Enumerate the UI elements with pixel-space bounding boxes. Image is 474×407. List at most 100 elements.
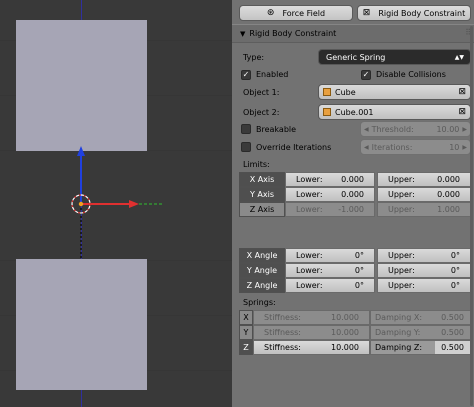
x-axis-lower-field[interactable]: Lower: 0.000: [285, 172, 375, 187]
upper-value: 0°: [450, 266, 460, 275]
rigid-body-constraint-button[interactable]: ⊠ Rigid Body Constraint: [357, 5, 471, 21]
force-field-label: Force Field: [282, 8, 326, 18]
upper-label: Upper:: [388, 251, 415, 260]
x-angle-upper-field[interactable]: Upper: 0°: [377, 248, 471, 263]
decrement-icon[interactable]: ◀: [361, 126, 369, 133]
override-iterations-checkbox[interactable]: [241, 142, 251, 152]
increment-icon[interactable]: ▶: [459, 144, 470, 151]
axis-label: Y Axis: [249, 190, 275, 199]
force-field-button[interactable]: ⊛ Force Field: [239, 5, 353, 21]
cube-icon: [323, 88, 331, 96]
clear-icon[interactable]: ⊠: [458, 87, 470, 97]
3d-viewport[interactable]: [0, 0, 232, 407]
y-stiffness-field[interactable]: Stiffness: 10.000: [253, 325, 370, 340]
axis-label: Y: [243, 328, 249, 337]
y-axis-lower-field[interactable]: Lower: 0.000: [285, 187, 375, 202]
y-angle-limit-toggle[interactable]: Y Angle: [239, 263, 285, 278]
stiffness-value: 10.000: [331, 328, 359, 337]
springs-label: Springs:: [243, 298, 276, 307]
z-axis-lower-field[interactable]: Lower: -1.000: [285, 202, 375, 217]
limits-label: Limits:: [243, 160, 270, 169]
object1-field[interactable]: Cube ⊠: [318, 84, 471, 100]
x-axis-arrow-icon[interactable]: [129, 200, 139, 208]
axis-label: X Axis: [249, 175, 275, 184]
axis-label: Z Angle: [246, 281, 278, 290]
y-axis-limit-toggle[interactable]: Y Axis: [239, 187, 285, 202]
lower-label: Lower:: [296, 281, 323, 290]
y-damping-field[interactable]: Damping Y: 0.500: [370, 325, 471, 340]
axis-label: X: [243, 313, 249, 322]
disable-collisions-checkbox[interactable]: ✓: [361, 70, 371, 80]
upper-value: 0°: [450, 281, 460, 290]
z-stiffness-field[interactable]: Stiffness: 10.000: [253, 340, 370, 355]
iterations-field[interactable]: ◀ Iterations: 10 ▶: [360, 139, 471, 155]
object2-field[interactable]: Cube.001 ⊠: [318, 104, 471, 120]
z-angle-lower-field[interactable]: Lower: 0°: [285, 278, 375, 293]
object2-value: Cube.001: [335, 107, 374, 117]
increment-icon[interactable]: ▶: [459, 126, 470, 133]
stiffness-label: Stiffness:: [264, 343, 301, 352]
object-origin-icon: [78, 201, 84, 207]
x-spring-toggle[interactable]: X: [239, 310, 253, 325]
stiffness-value: 10.000: [331, 313, 359, 322]
properties-panel: ⊛ Force Field ⊠ Rigid Body Constraint ▼ …: [232, 0, 474, 407]
x-axis-limit-toggle[interactable]: X Axis: [239, 172, 285, 187]
z-axis-upper-field[interactable]: Upper: 1.000: [377, 202, 471, 217]
lower-value: 0.000: [341, 190, 364, 199]
x-angle-lower-field[interactable]: Lower: 0°: [285, 248, 375, 263]
rigid-body-constraint-label: Rigid Body Constraint: [378, 8, 466, 18]
threshold-value: 10.00: [436, 124, 460, 134]
upper-label: Upper:: [388, 266, 415, 275]
x-damping-field[interactable]: Damping X: 0.500: [370, 310, 471, 325]
lower-value: -1.000: [338, 205, 364, 214]
type-dropdown[interactable]: Generic Spring ▲▼: [318, 49, 471, 65]
x-stiffness-field[interactable]: Stiffness: 10.000: [253, 310, 370, 325]
enabled-label: Enabled: [256, 70, 289, 79]
enabled-checkbox[interactable]: ✓: [241, 70, 251, 80]
y-axis-upper-field[interactable]: Upper: 0.000: [377, 187, 471, 202]
y-angle-upper-field[interactable]: Upper: 0°: [377, 263, 471, 278]
panel-header[interactable]: ▼ Rigid Body Constraint ⠿: [232, 24, 474, 43]
type-label: Type:: [243, 53, 265, 62]
lower-label: Lower:: [296, 266, 323, 275]
lower-value: 0°: [354, 266, 364, 275]
y-angle-lower-field[interactable]: Lower: 0°: [285, 263, 375, 278]
clear-icon[interactable]: ⊠: [458, 107, 470, 117]
axis-label: Z: [243, 343, 249, 352]
upper-label: Upper:: [388, 281, 415, 290]
cube-icon: [323, 108, 331, 116]
close-icon[interactable]: ⊠: [363, 8, 371, 18]
panel-header-title: Rigid Body Constraint: [249, 29, 337, 38]
force-field-icon: ⊛: [266, 8, 275, 18]
damping-value: 0.500: [441, 328, 464, 337]
upper-value: 1.000: [437, 205, 460, 214]
lower-label: Lower:: [296, 251, 323, 260]
y-spring-toggle[interactable]: Y: [239, 325, 253, 340]
z-axis-arrow-icon[interactable]: [77, 146, 85, 156]
lower-value: 0°: [354, 281, 364, 290]
panel-scrollbar[interactable]: [470, 26, 473, 406]
lower-value: 0.000: [341, 175, 364, 184]
z-damping-field[interactable]: Damping Z: 0.500: [370, 340, 471, 355]
decrement-icon[interactable]: ◀: [361, 144, 369, 151]
collapse-triangle-icon[interactable]: ▼: [240, 30, 245, 38]
z-axis-limit-toggle[interactable]: Z Axis: [239, 202, 285, 217]
z-angle-upper-field[interactable]: Upper: 0°: [377, 278, 471, 293]
threshold-field[interactable]: ◀ Threshold: 10.00 ▶: [360, 121, 471, 137]
x-angle-limit-toggle[interactable]: X Angle: [239, 248, 285, 263]
upper-value: 0.000: [437, 190, 460, 199]
stiffness-value: 10.000: [331, 343, 359, 352]
z-spring-toggle[interactable]: Z: [239, 340, 253, 355]
disable-collisions-label: Disable Collisions: [376, 70, 446, 79]
x-axis-upper-field[interactable]: Upper: 0.000: [377, 172, 471, 187]
transform-gizmo[interactable]: [0, 0, 232, 407]
breakable-checkbox[interactable]: [241, 124, 251, 134]
threshold-label: Threshold:: [371, 124, 414, 134]
iterations-value: 10: [449, 142, 460, 152]
iterations-label: Iterations:: [371, 142, 413, 152]
damping-label: Damping Z:: [375, 343, 423, 352]
z-angle-limit-toggle[interactable]: Z Angle: [239, 278, 285, 293]
lower-label: Lower:: [296, 190, 323, 199]
lower-label: Lower:: [296, 205, 323, 214]
object1-label: Object 1:: [243, 88, 280, 97]
